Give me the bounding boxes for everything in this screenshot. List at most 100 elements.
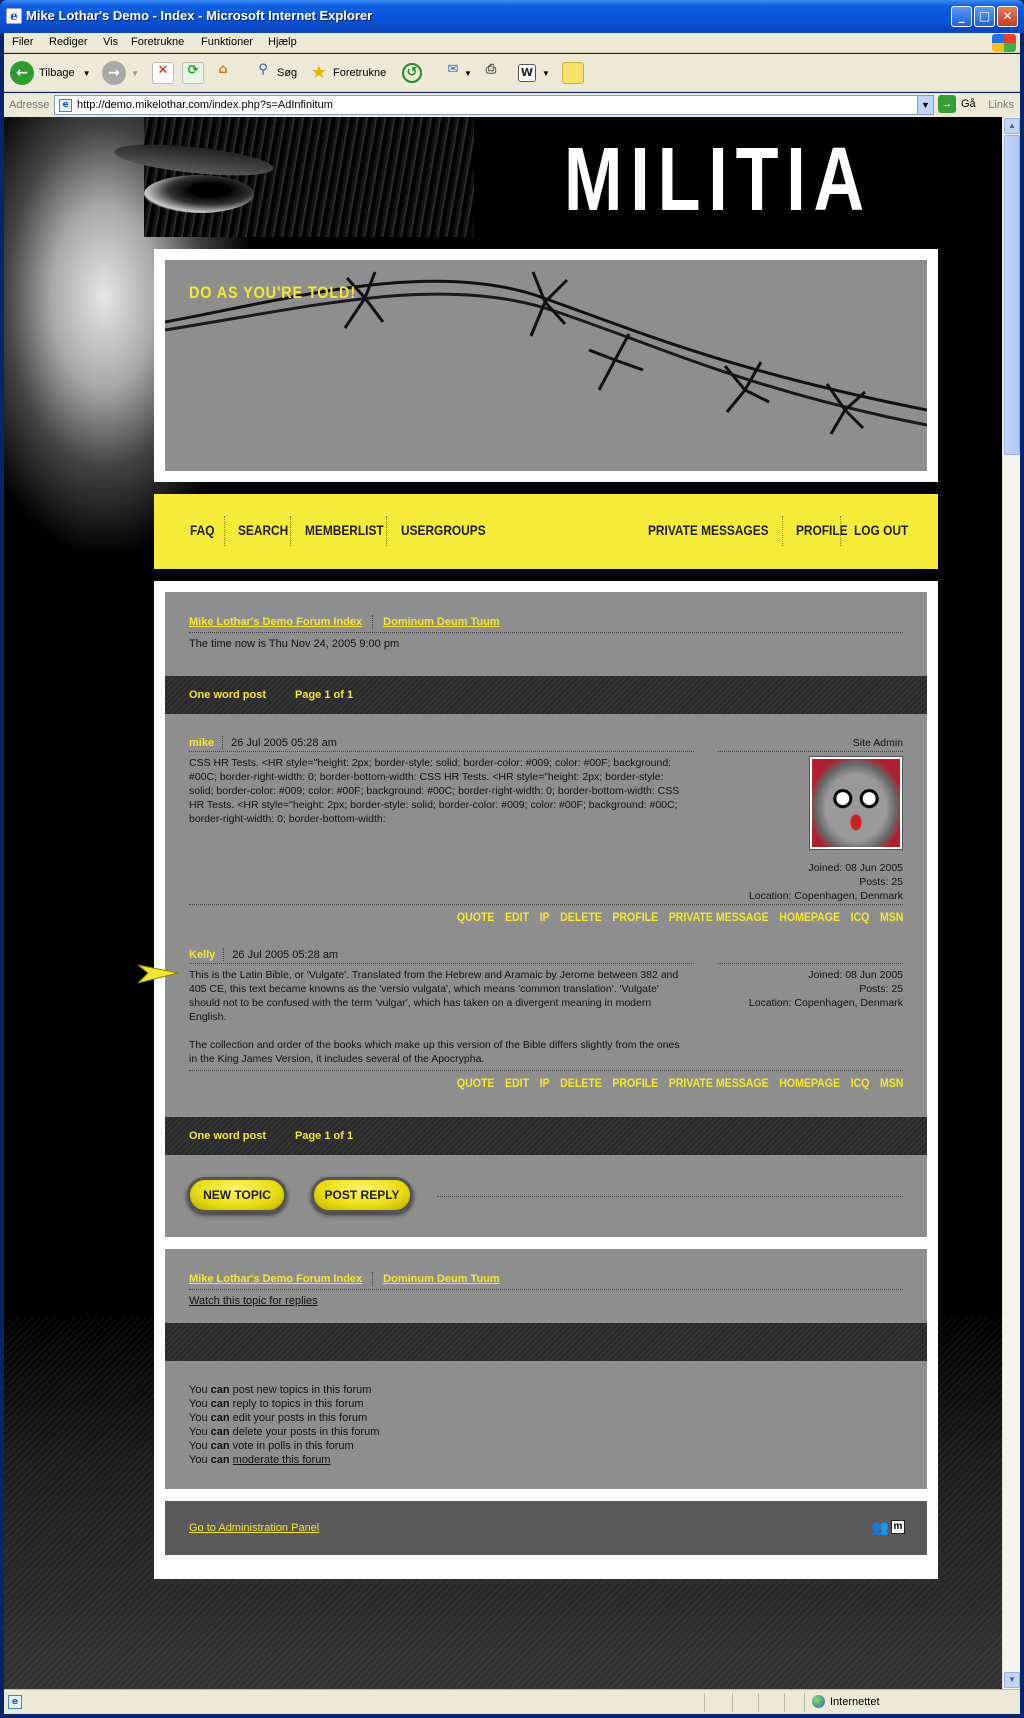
menu-bar: Filer Rediger Vis Foretrukne Funktioner … (4, 33, 1020, 53)
breadcrumb-forum-index[interactable]: Mike Lothar's Demo Forum Index (189, 1273, 362, 1285)
edit-button[interactable]: EDIT (505, 910, 529, 924)
forum-content: Mike Lothar's Demo Forum Index Dominum D… (154, 581, 938, 1579)
delete-button[interactable]: DELETE (560, 1076, 602, 1090)
ip-button[interactable]: IP (539, 1076, 549, 1090)
profile-button[interactable]: PROFILE (612, 910, 658, 924)
quote-button[interactable]: QUOTE (456, 1076, 494, 1090)
homepage-button[interactable]: HOMEPAGE (779, 910, 840, 924)
home-icon[interactable]: ⌂ (212, 62, 234, 84)
breadcrumb-forum[interactable]: Dominum Deum Tuum (383, 1273, 500, 1285)
permission-line: You can moderate this forum (189, 1454, 331, 1466)
menu-funktioner[interactable]: Funktioner (201, 36, 253, 48)
links-button[interactable]: Links (988, 99, 1014, 111)
avatar[interactable] (809, 756, 903, 850)
minimize-button[interactable]: _ (951, 6, 972, 27)
breadcrumb: Mike Lothar's Demo Forum Index Dominum D… (189, 615, 500, 629)
poster-posts: Posts: 25 (859, 983, 903, 995)
nav-faq[interactable]: FAQ (190, 522, 214, 538)
admin-panel-link[interactable]: Go to Administration Panel (189, 1522, 319, 1534)
page-info-bottom: Page 1 of 1 (295, 1130, 354, 1142)
poster-rank: Site Admin (852, 737, 903, 749)
history-icon[interactable]: ↺ (402, 63, 422, 83)
homepage-button[interactable]: HOMEPAGE (779, 1076, 840, 1090)
breadcrumb-forum[interactable]: Dominum Deum Tuum (383, 616, 500, 628)
permissions-header (165, 1323, 927, 1361)
watch-topic-link[interactable]: Watch this topic for replies (189, 1295, 318, 1307)
vertical-scrollbar[interactable]: ▲ ▼ (1002, 117, 1020, 1689)
topic-title[interactable]: One word post (189, 689, 266, 701)
profile-button[interactable]: PROFILE (612, 1076, 658, 1090)
back-dropdown-icon[interactable]: ▼ (83, 69, 91, 78)
scroll-up-icon[interactable]: ▲ (1004, 118, 1020, 134)
post-body: CSS HR Tests. <HR style="height: 2px; bo… (189, 757, 680, 825)
nav-search[interactable]: SEARCH (238, 522, 288, 538)
post-body-2: The collection and order of the books wh… (189, 1039, 680, 1065)
nav-logout[interactable]: LOG OUT (854, 522, 908, 538)
scroll-thumb[interactable] (1004, 135, 1020, 455)
breadcrumb-bottom: Mike Lothar's Demo Forum Index Dominum D… (189, 1272, 500, 1286)
nav-memberlist[interactable]: MEMBERLIST (305, 522, 384, 538)
go-arrow-icon: → (938, 95, 956, 113)
close-button[interactable]: ✕ (997, 6, 1018, 27)
current-time: The time now is Thu Nov 24, 2005 9:00 pm (189, 638, 400, 650)
moderate-forum-link[interactable]: moderate this forum (233, 1454, 331, 1466)
forward-arrow-icon: → (102, 61, 126, 85)
nav-private-messages[interactable]: PRIVATE MESSAGES (648, 522, 769, 538)
quote-button[interactable]: QUOTE (456, 910, 494, 924)
poster-joined: Joined: 08 Jun 2005 (808, 969, 903, 981)
users-icon[interactable]: 👥 (872, 1519, 889, 1536)
title-bar: e Mike Lothar's Demo - Index - Microsoft… (0, 0, 1024, 33)
topic-title-bottom[interactable]: One word post (189, 1130, 266, 1142)
scroll-down-icon[interactable]: ▼ (1004, 1672, 1020, 1688)
forward-button[interactable]: → ▼ (102, 58, 139, 88)
go-button[interactable]: → Gå (938, 95, 976, 113)
permission-line: You can delete your posts in this forum (189, 1426, 380, 1438)
menu-foretrukne[interactable]: Foretrukne (131, 36, 184, 48)
address-dropdown-icon[interactable]: ▼ (917, 96, 933, 114)
mail-icon[interactable]: ✉ (442, 62, 464, 84)
browser-window: e Mike Lothar's Demo - Index - Microsoft… (0, 0, 1024, 1718)
permissions-panel: You can post new topics in this forum Yo… (165, 1361, 927, 1489)
menu-hjaelp[interactable]: Hjælp (268, 36, 297, 48)
edit-button[interactable]: EDIT (505, 1076, 529, 1090)
post-author[interactable]: mike (189, 737, 214, 749)
ip-button[interactable]: IP (539, 910, 549, 924)
pm-button[interactable]: PRIVATE MESSAGE (668, 910, 768, 924)
m-icon[interactable]: m (891, 1520, 905, 1534)
menu-filer[interactable]: Filer (12, 36, 33, 48)
nav-usergroups[interactable]: USERGROUPS (401, 522, 486, 538)
back-button[interactable]: ← Tilbage ▼ (10, 58, 91, 88)
word-edit-icon[interactable]: W (518, 64, 536, 82)
icq-button[interactable]: ICQ (850, 1076, 869, 1090)
pm-button[interactable]: PRIVATE MESSAGE (668, 1076, 768, 1090)
toolbar: ← Tilbage ▼ → ▼ ✕ ⟳ ⌂ ⚲ Søg ★ Foretrukne… (4, 54, 1020, 92)
maximize-button[interactable]: □ (974, 6, 995, 27)
search-icon: ⚲ (258, 62, 268, 77)
favorites-button[interactable]: ★ Foretrukne (308, 58, 386, 88)
msn-button[interactable]: MSN (880, 910, 903, 924)
breadcrumb-forum-index[interactable]: Mike Lothar's Demo Forum Index (189, 616, 362, 628)
post-author[interactable]: Kelly (189, 949, 215, 961)
poster-location: Location: Copenhagen, Denmark (748, 997, 903, 1009)
stop-icon[interactable]: ✕ (152, 62, 174, 84)
security-zone: Internettet (812, 1695, 880, 1708)
notes-icon[interactable] (562, 62, 584, 84)
icq-button[interactable]: ICQ (850, 910, 869, 924)
refresh-icon[interactable]: ⟳ (182, 62, 204, 84)
post-date: 26 Jul 2005 05:28 am (231, 736, 337, 749)
address-label: Adresse (9, 99, 50, 111)
delete-button[interactable]: DELETE (560, 910, 602, 924)
menu-vis[interactable]: Vis (103, 36, 118, 48)
print-icon[interactable]: ⎙ (480, 62, 502, 84)
menu-rediger[interactable]: Rediger (49, 36, 88, 48)
post-reply-button[interactable]: POST REPLY (311, 1177, 413, 1213)
post-mike: mike 26 Jul 2005 05:28 am Site Admin CSS… (165, 736, 927, 926)
permission-line: You can edit your posts in this forum (189, 1412, 368, 1424)
admin-panel: Go to Administration Panel 👥 m (165, 1501, 927, 1555)
address-input[interactable]: e http://demo.mikelothar.com/index.php?s… (54, 95, 934, 115)
msn-button[interactable]: MSN (880, 1076, 903, 1090)
new-topic-button[interactable]: NEW TOPIC (187, 1177, 287, 1213)
search-button[interactable]: ⚲ Søg (252, 58, 297, 88)
poster-joined: Joined: 08 Jun 2005 (808, 862, 903, 874)
site-logo[interactable]: MILITIA (564, 135, 872, 225)
